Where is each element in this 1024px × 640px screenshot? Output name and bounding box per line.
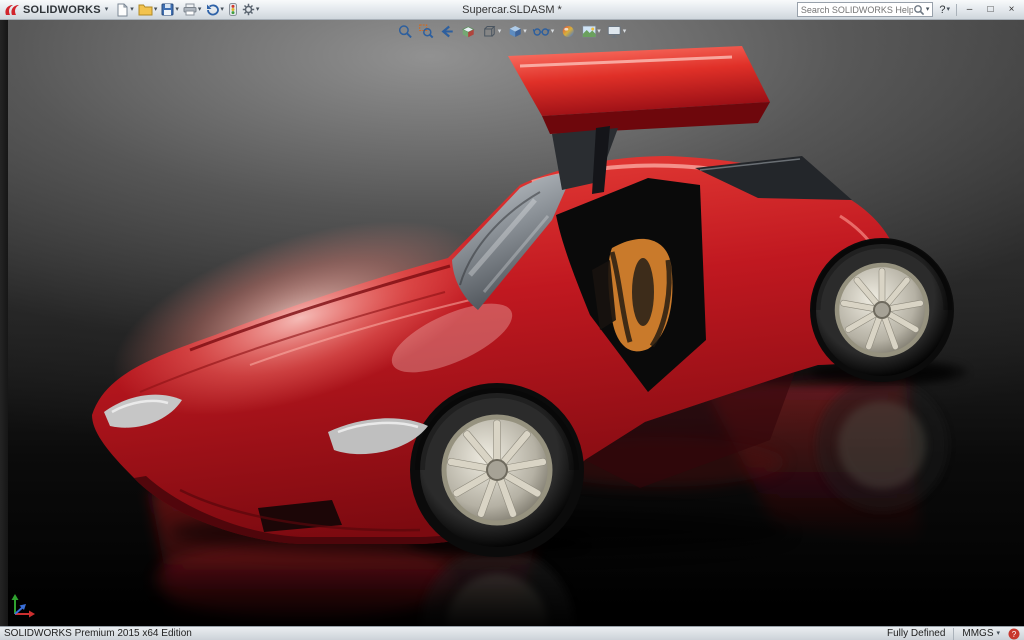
close-button[interactable]: × bbox=[1003, 2, 1020, 17]
hide-show-items-button[interactable]: ▾ bbox=[531, 25, 557, 38]
options-button[interactable]: ▾ bbox=[240, 1, 262, 18]
view-settings-button[interactable]: ▾ bbox=[605, 23, 629, 40]
units-caret-icon: ▾ bbox=[996, 630, 1000, 637]
heads-up-view-toolbar: ▾ ▾ ▾ bbox=[396, 23, 629, 40]
rear-wheel[interactable] bbox=[816, 244, 948, 376]
caret-icon: ▾ bbox=[523, 28, 527, 35]
divider bbox=[953, 628, 954, 640]
view-orientation-icon bbox=[482, 24, 497, 39]
search-icon[interactable] bbox=[913, 4, 925, 16]
save-button[interactable]: ▾ bbox=[159, 1, 181, 18]
caret-icon: ▾ bbox=[198, 6, 202, 13]
caret-icon: ▾ bbox=[551, 28, 555, 35]
caret-icon: ▾ bbox=[130, 6, 134, 13]
section-view-button[interactable] bbox=[459, 23, 478, 40]
quick-tips-icon[interactable]: ? bbox=[1008, 628, 1020, 640]
car-render[interactable] bbox=[0, 20, 1024, 626]
view-orientation-button[interactable]: ▾ bbox=[480, 23, 504, 40]
hide-show-items-icon bbox=[533, 26, 550, 37]
caret-icon: ▾ bbox=[946, 6, 950, 13]
units-label: MMGS bbox=[962, 628, 993, 639]
reference-triad[interactable] bbox=[8, 586, 42, 620]
constraint-status: Fully Defined bbox=[887, 628, 945, 639]
new-document-icon bbox=[116, 3, 129, 17]
menu-caret-icon: ▾ bbox=[105, 6, 109, 13]
display-style-icon bbox=[507, 24, 522, 39]
search-scope-caret-icon[interactable]: ▾ bbox=[926, 6, 930, 13]
save-icon bbox=[161, 3, 174, 16]
solidworks-window: Supercar.SLDASM * SOLIDWORKS ▾ ▾ ▾ bbox=[0, 0, 1024, 640]
help-search-box: ▾ bbox=[797, 2, 934, 17]
new-document-button[interactable]: ▾ bbox=[114, 1, 136, 18]
zoom-to-area-icon bbox=[419, 24, 434, 39]
caret-icon: ▾ bbox=[597, 28, 601, 35]
view-settings-icon bbox=[607, 24, 622, 39]
solidworks-logo-icon bbox=[4, 3, 20, 17]
section-view-icon bbox=[461, 24, 476, 39]
print-icon bbox=[183, 3, 197, 16]
rebuild-button[interactable] bbox=[226, 1, 240, 18]
rebuild-icon bbox=[228, 3, 238, 16]
graphics-viewport[interactable] bbox=[0, 20, 1024, 626]
front-wheel[interactable] bbox=[420, 393, 574, 547]
undo-icon bbox=[205, 3, 219, 16]
solidworks-menu[interactable]: SOLIDWORKS ▾ bbox=[4, 3, 108, 17]
display-style-button[interactable]: ▾ bbox=[505, 23, 529, 40]
viewport-left-edge bbox=[0, 20, 8, 626]
units-dropdown[interactable]: MMGS ▾ bbox=[962, 628, 1000, 639]
previous-view-icon bbox=[440, 24, 455, 39]
help-button[interactable]: ? ▾ bbox=[937, 4, 952, 16]
help-icon: ? bbox=[939, 4, 945, 16]
print-button[interactable]: ▾ bbox=[181, 1, 204, 18]
caret-icon: ▾ bbox=[256, 6, 260, 13]
edit-appearance-button[interactable] bbox=[558, 23, 577, 40]
caret-icon: ▾ bbox=[498, 28, 502, 35]
caret-icon: ▾ bbox=[154, 6, 158, 13]
previous-view-button[interactable] bbox=[438, 23, 457, 40]
logo-text: SOLIDWORKS bbox=[23, 4, 101, 16]
apply-scene-button[interactable]: ▾ bbox=[579, 23, 603, 40]
open-button[interactable]: ▾ bbox=[136, 1, 160, 18]
apply-scene-icon bbox=[581, 24, 596, 39]
minimize-button[interactable]: – bbox=[961, 2, 978, 17]
svg-text:?: ? bbox=[1012, 630, 1017, 639]
divider bbox=[956, 4, 957, 16]
restore-button[interactable]: □ bbox=[982, 2, 999, 17]
edition-label: SOLIDWORKS Premium 2015 x64 Edition bbox=[4, 628, 192, 639]
caret-icon: ▾ bbox=[175, 6, 179, 13]
zoom-to-fit-button[interactable] bbox=[396, 23, 415, 40]
undo-button[interactable]: ▾ bbox=[203, 1, 226, 18]
search-input[interactable] bbox=[801, 5, 913, 15]
zoom-to-area-button[interactable] bbox=[417, 23, 436, 40]
title-bar: Supercar.SLDASM * SOLIDWORKS ▾ ▾ ▾ bbox=[0, 0, 1024, 20]
caret-icon: ▾ bbox=[623, 28, 627, 35]
zoom-to-fit-icon bbox=[398, 24, 413, 39]
options-gear-icon bbox=[242, 3, 255, 16]
edit-appearance-icon bbox=[560, 24, 575, 39]
status-bar: SOLIDWORKS Premium 2015 x64 Edition Full… bbox=[0, 626, 1024, 640]
open-folder-icon bbox=[138, 3, 153, 16]
caret-icon: ▾ bbox=[220, 6, 224, 13]
